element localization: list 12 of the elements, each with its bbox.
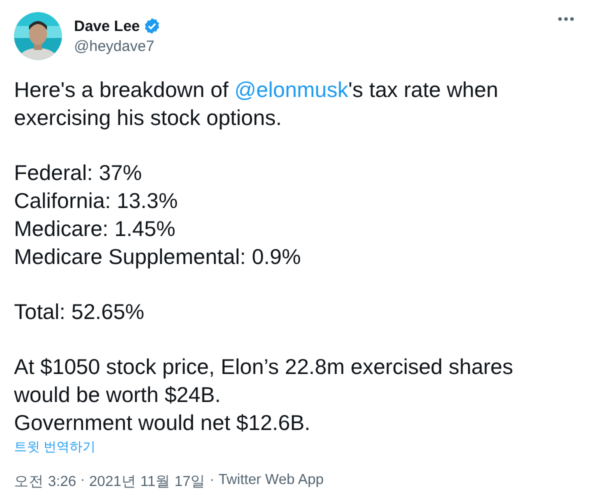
tweet-text: Here's a breakdown of @elonmusk's tax rate when exercising his stock options. [14,77,500,132]
separator-dot: · [210,472,214,490]
tweet-date[interactable]: 2021년 11월 17일 [89,472,206,491]
tweet-source[interactable]: Twitter Web App [218,472,324,491]
author-name[interactable]: Dave Lee [74,18,140,34]
tweet-time[interactable]: 오전 3:26 [14,472,76,491]
more-icon[interactable] [557,16,575,22]
separator-dot: · [80,472,86,490]
tweet-text: Federal: 37% California: 13.3% Medicare: 1.45% Medicare Supplemental: 0.9% [14,160,302,271]
tweet-text: Total: 52.65% [14,299,146,326]
author-handle[interactable]: @heydave7 [74,38,161,55]
tweet-text: At $1050 stock price, Elon’s 22.8m exercised shares would be worth $24B. Government would net $12.6B. [14,354,514,437]
